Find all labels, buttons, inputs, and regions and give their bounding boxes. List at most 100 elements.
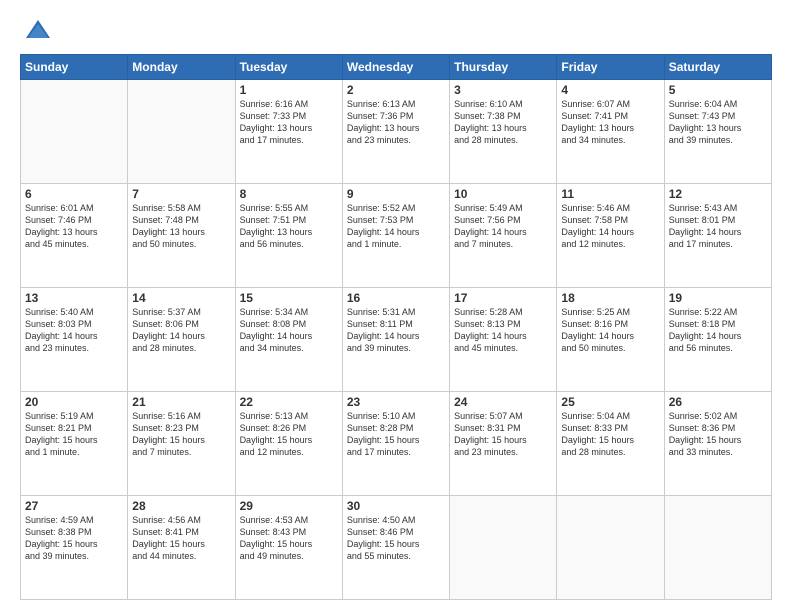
day-number: 29 [240,499,338,513]
day-number: 12 [669,187,767,201]
calendar-cell [664,496,771,600]
calendar-cell: 5Sunrise: 6:04 AM Sunset: 7:43 PM Daylig… [664,80,771,184]
day-info: Sunrise: 5:49 AM Sunset: 7:56 PM Dayligh… [454,202,552,251]
calendar-cell: 8Sunrise: 5:55 AM Sunset: 7:51 PM Daylig… [235,184,342,288]
calendar-cell: 2Sunrise: 6:13 AM Sunset: 7:36 PM Daylig… [342,80,449,184]
calendar-cell: 17Sunrise: 5:28 AM Sunset: 8:13 PM Dayli… [450,288,557,392]
week-row-4: 27Sunrise: 4:59 AM Sunset: 8:38 PM Dayli… [21,496,772,600]
week-row-2: 13Sunrise: 5:40 AM Sunset: 8:03 PM Dayli… [21,288,772,392]
calendar-cell: 30Sunrise: 4:50 AM Sunset: 8:46 PM Dayli… [342,496,449,600]
day-number: 5 [669,83,767,97]
calendar-cell [450,496,557,600]
day-info: Sunrise: 6:13 AM Sunset: 7:36 PM Dayligh… [347,98,445,147]
day-info: Sunrise: 6:01 AM Sunset: 7:46 PM Dayligh… [25,202,123,251]
day-number: 22 [240,395,338,409]
day-info: Sunrise: 5:34 AM Sunset: 8:08 PM Dayligh… [240,306,338,355]
day-info: Sunrise: 6:07 AM Sunset: 7:41 PM Dayligh… [561,98,659,147]
day-number: 11 [561,187,659,201]
calendar-cell: 24Sunrise: 5:07 AM Sunset: 8:31 PM Dayli… [450,392,557,496]
day-info: Sunrise: 4:59 AM Sunset: 8:38 PM Dayligh… [25,514,123,563]
day-number: 6 [25,187,123,201]
day-info: Sunrise: 5:13 AM Sunset: 8:26 PM Dayligh… [240,410,338,459]
day-number: 1 [240,83,338,97]
calendar-cell: 19Sunrise: 5:22 AM Sunset: 8:18 PM Dayli… [664,288,771,392]
calendar-cell: 15Sunrise: 5:34 AM Sunset: 8:08 PM Dayli… [235,288,342,392]
day-info: Sunrise: 5:07 AM Sunset: 8:31 PM Dayligh… [454,410,552,459]
calendar-cell: 6Sunrise: 6:01 AM Sunset: 7:46 PM Daylig… [21,184,128,288]
calendar-cell: 7Sunrise: 5:58 AM Sunset: 7:48 PM Daylig… [128,184,235,288]
day-info: Sunrise: 5:31 AM Sunset: 8:11 PM Dayligh… [347,306,445,355]
calendar-cell: 22Sunrise: 5:13 AM Sunset: 8:26 PM Dayli… [235,392,342,496]
day-number: 24 [454,395,552,409]
day-info: Sunrise: 4:53 AM Sunset: 8:43 PM Dayligh… [240,514,338,563]
day-info: Sunrise: 5:40 AM Sunset: 8:03 PM Dayligh… [25,306,123,355]
calendar-cell: 14Sunrise: 5:37 AM Sunset: 8:06 PM Dayli… [128,288,235,392]
day-info: Sunrise: 6:16 AM Sunset: 7:33 PM Dayligh… [240,98,338,147]
col-header-saturday: Saturday [664,55,771,80]
day-number: 19 [669,291,767,305]
week-row-0: 1Sunrise: 6:16 AM Sunset: 7:33 PM Daylig… [21,80,772,184]
day-number: 2 [347,83,445,97]
day-number: 18 [561,291,659,305]
day-info: Sunrise: 5:58 AM Sunset: 7:48 PM Dayligh… [132,202,230,251]
day-number: 10 [454,187,552,201]
day-number: 27 [25,499,123,513]
calendar-cell: 26Sunrise: 5:02 AM Sunset: 8:36 PM Dayli… [664,392,771,496]
calendar-cell: 23Sunrise: 5:10 AM Sunset: 8:28 PM Dayli… [342,392,449,496]
calendar-cell: 13Sunrise: 5:40 AM Sunset: 8:03 PM Dayli… [21,288,128,392]
day-number: 16 [347,291,445,305]
day-number: 17 [454,291,552,305]
calendar-header-row: SundayMondayTuesdayWednesdayThursdayFrid… [21,55,772,80]
day-info: Sunrise: 5:16 AM Sunset: 8:23 PM Dayligh… [132,410,230,459]
day-info: Sunrise: 5:02 AM Sunset: 8:36 PM Dayligh… [669,410,767,459]
day-number: 9 [347,187,445,201]
day-number: 4 [561,83,659,97]
calendar-cell [21,80,128,184]
day-number: 23 [347,395,445,409]
calendar-cell: 9Sunrise: 5:52 AM Sunset: 7:53 PM Daylig… [342,184,449,288]
logo-icon [24,16,52,44]
day-number: 21 [132,395,230,409]
calendar-cell: 29Sunrise: 4:53 AM Sunset: 8:43 PM Dayli… [235,496,342,600]
col-header-friday: Friday [557,55,664,80]
day-number: 7 [132,187,230,201]
calendar-cell: 21Sunrise: 5:16 AM Sunset: 8:23 PM Dayli… [128,392,235,496]
day-info: Sunrise: 5:46 AM Sunset: 7:58 PM Dayligh… [561,202,659,251]
calendar-cell: 4Sunrise: 6:07 AM Sunset: 7:41 PM Daylig… [557,80,664,184]
calendar-cell: 18Sunrise: 5:25 AM Sunset: 8:16 PM Dayli… [557,288,664,392]
day-info: Sunrise: 4:50 AM Sunset: 8:46 PM Dayligh… [347,514,445,563]
day-info: Sunrise: 6:04 AM Sunset: 7:43 PM Dayligh… [669,98,767,147]
day-number: 8 [240,187,338,201]
calendar-cell: 25Sunrise: 5:04 AM Sunset: 8:33 PM Dayli… [557,392,664,496]
week-row-1: 6Sunrise: 6:01 AM Sunset: 7:46 PM Daylig… [21,184,772,288]
day-number: 28 [132,499,230,513]
calendar-cell: 16Sunrise: 5:31 AM Sunset: 8:11 PM Dayli… [342,288,449,392]
week-row-3: 20Sunrise: 5:19 AM Sunset: 8:21 PM Dayli… [21,392,772,496]
day-info: Sunrise: 4:56 AM Sunset: 8:41 PM Dayligh… [132,514,230,563]
header [20,16,772,44]
calendar-table: SundayMondayTuesdayWednesdayThursdayFrid… [20,54,772,600]
day-number: 13 [25,291,123,305]
day-info: Sunrise: 5:19 AM Sunset: 8:21 PM Dayligh… [25,410,123,459]
day-info: Sunrise: 5:37 AM Sunset: 8:06 PM Dayligh… [132,306,230,355]
calendar-cell: 20Sunrise: 5:19 AM Sunset: 8:21 PM Dayli… [21,392,128,496]
day-number: 25 [561,395,659,409]
col-header-wednesday: Wednesday [342,55,449,80]
day-info: Sunrise: 5:25 AM Sunset: 8:16 PM Dayligh… [561,306,659,355]
day-info: Sunrise: 5:52 AM Sunset: 7:53 PM Dayligh… [347,202,445,251]
day-number: 26 [669,395,767,409]
calendar-cell: 10Sunrise: 5:49 AM Sunset: 7:56 PM Dayli… [450,184,557,288]
day-info: Sunrise: 6:10 AM Sunset: 7:38 PM Dayligh… [454,98,552,147]
day-number: 14 [132,291,230,305]
calendar-cell [557,496,664,600]
col-header-tuesday: Tuesday [235,55,342,80]
calendar-cell: 11Sunrise: 5:46 AM Sunset: 7:58 PM Dayli… [557,184,664,288]
day-info: Sunrise: 5:22 AM Sunset: 8:18 PM Dayligh… [669,306,767,355]
day-info: Sunrise: 5:10 AM Sunset: 8:28 PM Dayligh… [347,410,445,459]
col-header-thursday: Thursday [450,55,557,80]
calendar-cell: 1Sunrise: 6:16 AM Sunset: 7:33 PM Daylig… [235,80,342,184]
calendar-cell: 28Sunrise: 4:56 AM Sunset: 8:41 PM Dayli… [128,496,235,600]
day-number: 15 [240,291,338,305]
calendar-cell [128,80,235,184]
day-number: 3 [454,83,552,97]
